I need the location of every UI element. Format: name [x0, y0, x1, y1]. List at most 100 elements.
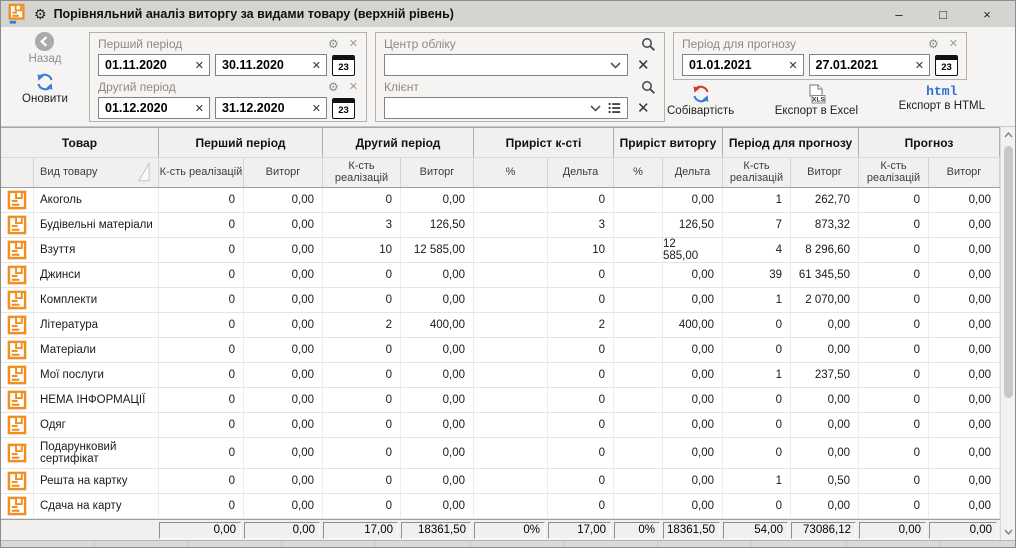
value-cell: 0: [548, 469, 614, 493]
column-header-0[interactable]: [1, 157, 34, 187]
column-header-2[interactable]: К-сть реалізацій: [159, 157, 244, 187]
table-row[interactable]: Комплекти00,0000,0000,0012 070,0000,00: [1, 288, 1000, 313]
close-button[interactable]: ×: [965, 1, 1009, 27]
calendar-button[interactable]: 23: [935, 55, 958, 76]
row-icon: [1, 494, 34, 518]
second-period-to-input[interactable]: 31.12.2020 ✕: [215, 97, 327, 119]
forecast-period-gear-icon[interactable]: ⚙: [928, 38, 939, 50]
first-period-clear-icon[interactable]: ✕: [349, 39, 358, 50]
export-html-button[interactable]: html Експорт в HTML: [899, 84, 985, 117]
forecast-from-input[interactable]: 01.01.2021 ✕: [682, 54, 804, 76]
value-cell: 0,00: [663, 413, 723, 437]
search-icon[interactable]: [641, 37, 656, 52]
back-button[interactable]: Назад: [29, 31, 62, 65]
forecast-to-input[interactable]: 27.01.2021 ✕: [809, 54, 931, 76]
table-row[interactable]: Джинси00,0000,0000,003961 345,5000,00: [1, 263, 1000, 288]
table-row[interactable]: Мої послуги00,0000,0000,001237,5000,00: [1, 363, 1000, 388]
value-cell: 126,50: [663, 213, 723, 237]
value-cell: [474, 263, 548, 287]
maximize-button[interactable]: □: [921, 1, 965, 27]
column-header-8[interactable]: %: [614, 157, 663, 187]
svg-text:XLS: XLS: [812, 97, 825, 104]
search-icon[interactable]: [641, 80, 656, 95]
value-cell: 0,00: [244, 363, 323, 387]
calendar-button[interactable]: 23: [332, 98, 355, 119]
column-header-9[interactable]: Дельта: [663, 157, 723, 187]
column-header-1[interactable]: Вид товару: [34, 157, 159, 187]
second-period-gear-icon[interactable]: ⚙: [328, 81, 339, 93]
second-period-clear-icon[interactable]: ✕: [349, 82, 358, 93]
first-period-gear-icon[interactable]: ⚙: [328, 38, 339, 50]
table-row[interactable]: Література00,002400,002400,0000,0000,00: [1, 313, 1000, 338]
cost-button[interactable]: Собівартість: [667, 84, 734, 117]
settings-gear-icon: ⚙: [34, 7, 47, 21]
product-name-cell: Комплекти: [34, 288, 159, 312]
first-period-from-input[interactable]: 01.11.2020 ✕: [98, 54, 210, 76]
table-row[interactable]: Акоголь00,0000,0000,001262,7000,00: [1, 188, 1000, 213]
table-row[interactable]: Взуття00,001012 585,001012 585,0048 296,…: [1, 238, 1000, 263]
product-name-cell: Будівельні матеріали: [34, 213, 159, 237]
scroll-down-icon[interactable]: [1001, 524, 1015, 540]
column-header-4[interactable]: К-сть реалізацій: [323, 157, 401, 187]
column-header-7[interactable]: Дельта: [548, 157, 614, 187]
column-header-6[interactable]: %: [474, 157, 548, 187]
value-cell: 0: [323, 188, 401, 212]
value-cell: 0,00: [244, 388, 323, 412]
table-row[interactable]: Будівельні матеріали00,003126,503126,507…: [1, 213, 1000, 238]
value-cell: [614, 388, 663, 412]
product-name-cell: Одяг: [34, 413, 159, 437]
client-combobox[interactable]: [384, 97, 628, 119]
center-clear-button[interactable]: ✕: [637, 58, 650, 73]
value-cell: 0: [859, 288, 929, 312]
value-cell: 10: [548, 238, 614, 262]
forecast-period-clear-icon[interactable]: ✕: [949, 39, 958, 50]
table-row[interactable]: Решта на картку00,0000,0000,0010,5000,00: [1, 469, 1000, 494]
column-header-11[interactable]: Виторг: [791, 157, 859, 187]
vertical-scrollbar[interactable]: [1000, 127, 1015, 540]
table-row[interactable]: Матеріали00,0000,0000,0000,0000,00: [1, 338, 1000, 363]
column-header-12[interactable]: К-сть реалізацій: [859, 157, 929, 187]
value-cell: 0: [548, 494, 614, 518]
refresh-button[interactable]: Оновити: [22, 72, 68, 105]
table-row[interactable]: НЕМА ІНФОРМАЦІЇ00,0000,0000,0000,0000,00: [1, 388, 1000, 413]
row-icon: [1, 213, 34, 237]
window-controls: – □ ×: [877, 1, 1009, 27]
value-cell: 0: [859, 494, 929, 518]
value-cell: 0: [859, 313, 929, 337]
column-header-10[interactable]: К-сть реалізацій: [723, 157, 791, 187]
client-clear-button[interactable]: ✕: [637, 101, 650, 116]
scroll-thumb[interactable]: [1004, 146, 1013, 398]
table-row[interactable]: Одяг00,0000,0000,0000,0000,00: [1, 413, 1000, 438]
table-row[interactable]: Сдача на карту00,0000,0000,0000,0000,00: [1, 494, 1000, 519]
value-cell: [614, 288, 663, 312]
clear-icon[interactable]: ✕: [195, 59, 204, 72]
value-cell: [614, 313, 663, 337]
value-cell: 0: [323, 494, 401, 518]
value-cell: 0: [859, 363, 929, 387]
value-cell: 1: [723, 363, 791, 387]
value-cell: 126,50: [401, 213, 474, 237]
export-excel-button[interactable]: XLS Експорт в Excel: [775, 84, 858, 117]
table-row[interactable]: Подарунковий сертифікат00,0000,0000,0000…: [1, 438, 1000, 469]
column-header-5[interactable]: Виторг: [401, 157, 474, 187]
clear-icon[interactable]: ✕: [915, 59, 924, 72]
first-period-label: Перший період: [98, 37, 182, 51]
center-combobox[interactable]: [384, 54, 628, 76]
clear-icon[interactable]: ✕: [312, 102, 321, 115]
value-cell: 0,00: [929, 438, 1000, 468]
second-period-from-input[interactable]: 01.12.2020 ✕: [98, 97, 210, 119]
minimize-button[interactable]: –: [877, 1, 921, 27]
first-period-to-input[interactable]: 30.11.2020 ✕: [215, 54, 327, 76]
column-header-13[interactable]: Виторг: [929, 157, 1000, 187]
clear-icon[interactable]: ✕: [312, 59, 321, 72]
value-cell: 0: [159, 413, 244, 437]
value-cell: 4: [723, 238, 791, 262]
column-header-3[interactable]: Виторг: [244, 157, 323, 187]
scroll-up-icon[interactable]: [1001, 127, 1015, 143]
value-cell: 400,00: [663, 313, 723, 337]
calendar-button[interactable]: 23: [332, 55, 355, 76]
list-icon[interactable]: [608, 102, 621, 114]
clear-icon[interactable]: ✕: [788, 59, 797, 72]
clear-icon[interactable]: ✕: [195, 102, 204, 115]
value-cell: 0,00: [244, 413, 323, 437]
